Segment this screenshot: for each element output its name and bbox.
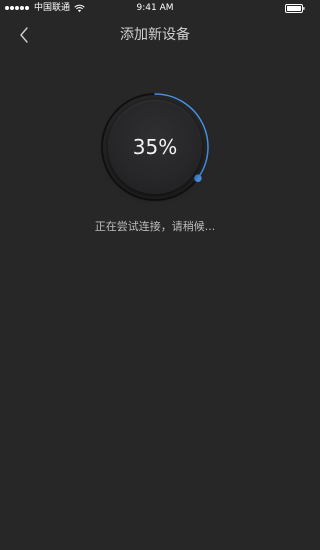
add-device-screen: 中国联通 9:41 AM 添加新设备 35% 正在尝试连接，请稍候... [0,0,310,550]
progress-dial: 35% [98,90,212,204]
progress-percent: 35% [132,135,178,159]
connection-status-text: 正在尝试连接，请稍候... [94,220,216,233]
status-bar: 中国联通 9:41 AM [0,0,310,16]
nav-bar: 添加新设备 [0,16,310,54]
page-title: 添加新设备 [120,27,190,43]
status-right [285,0,305,16]
status-time: 9:41 AM [136,3,174,13]
battery-icon [285,3,305,13]
